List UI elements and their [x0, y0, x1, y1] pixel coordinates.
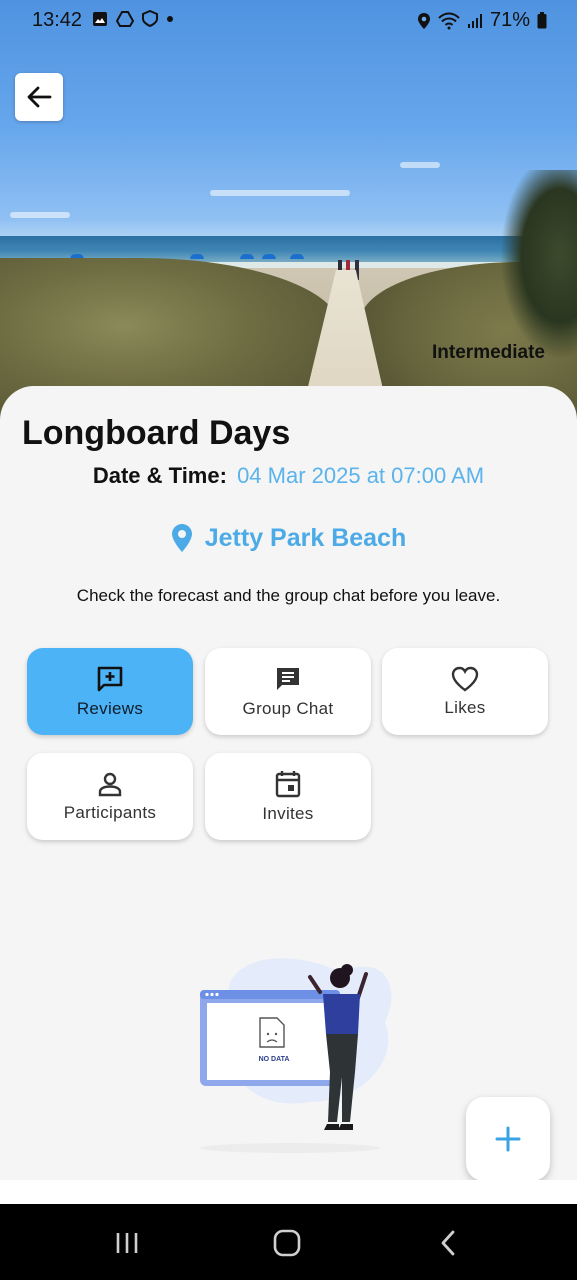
- no-data-text: NO DATA: [259, 1056, 290, 1063]
- event-location[interactable]: Jetty Park Beach: [0, 523, 577, 553]
- tab-label: Likes: [444, 697, 486, 717]
- gallery-icon: [93, 11, 107, 26]
- recent-apps-button[interactable]: [110, 1228, 144, 1258]
- back-button[interactable]: [15, 73, 63, 121]
- drive-icon: [116, 10, 134, 27]
- battery-percent: 71%: [489, 9, 530, 31]
- home-button[interactable]: [270, 1228, 304, 1258]
- heart-icon: [451, 666, 479, 691]
- tab-likes[interactable]: Likes: [382, 648, 548, 735]
- plus-icon: [495, 1126, 521, 1152]
- home-icon: [273, 1229, 301, 1257]
- datetime-value: 04 Mar 2025 at 07:00 AM: [237, 463, 485, 488]
- no-data-illustration: NO DATA: [200, 958, 392, 1153]
- tab-label: Invites: [262, 803, 314, 823]
- dot-icon: [167, 15, 173, 22]
- person-icon: [98, 772, 122, 796]
- event-description: Check the forecast and the group chat be…: [76, 586, 501, 605]
- tab-group-chat[interactable]: Group Chat: [205, 648, 371, 735]
- battery-icon: [537, 12, 547, 29]
- tab-label: Reviews: [76, 698, 144, 718]
- chevron-left-icon: [441, 1230, 455, 1256]
- location-name: Jetty Park Beach: [204, 523, 407, 552]
- tab-invites[interactable]: Invites: [205, 753, 371, 840]
- shield-icon: [142, 10, 158, 27]
- location-pin-icon: [171, 524, 192, 552]
- recent-apps-icon: [116, 1233, 138, 1253]
- calendar-icon: [275, 770, 301, 797]
- datetime-label: Date & Time:: [92, 463, 227, 488]
- event-datetime: Date & Time: 04 Mar 2025 at 07:00 AM: [0, 463, 577, 489]
- tab-label: Group Chat: [242, 698, 334, 718]
- tab-participants[interactable]: Participants: [27, 753, 193, 840]
- system-navigation-bar: [0, 1204, 577, 1280]
- reviews-icon: [97, 666, 123, 691]
- event-details-sheet: Longboard Days Date & Time: 04 Mar 2025 …: [0, 386, 577, 1181]
- event-title: Longboard Days: [22, 414, 291, 452]
- tab-label: Participants: [63, 802, 157, 822]
- add-button[interactable]: [466, 1097, 550, 1181]
- status-bar: 13:42 71%: [0, 0, 577, 42]
- chat-icon: [277, 667, 299, 690]
- status-time: 13:42: [32, 9, 83, 31]
- tab-reviews[interactable]: Reviews: [27, 648, 193, 735]
- arrow-left-icon: [27, 86, 52, 108]
- signal-icon: [467, 13, 482, 28]
- level-tag: Intermediate: [432, 342, 545, 363]
- bottom-strip: [0, 1180, 577, 1204]
- location-status-icon: [417, 12, 430, 29]
- system-back-button[interactable]: [431, 1228, 465, 1258]
- wifi-icon: [438, 12, 460, 29]
